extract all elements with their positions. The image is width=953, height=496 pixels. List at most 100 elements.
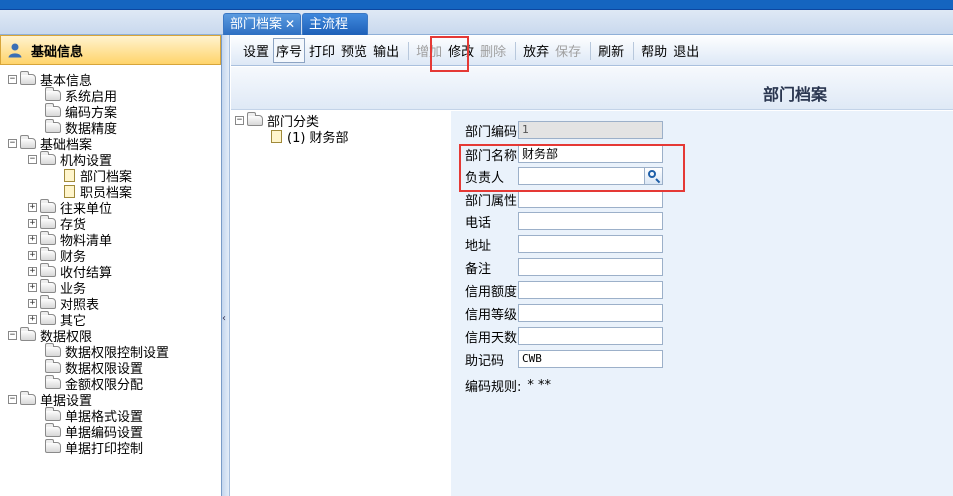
page-title: 部门档案: [762, 85, 827, 104]
expand-icon[interactable]: +: [28, 298, 37, 308]
phone-field[interactable]: [518, 212, 663, 230]
modify-button[interactable]: 修改: [446, 39, 476, 62]
sequence-button[interactable]: 序号: [273, 38, 306, 63]
mnemonic-label: 助记码: [465, 353, 505, 369]
form-row-credit-amount: 信用额度: [465, 280, 663, 300]
collapse-icon[interactable]: −: [235, 115, 244, 125]
form-row-phone: 电话: [465, 211, 663, 231]
folder-icon: [45, 358, 61, 373]
document-icon: [271, 129, 282, 143]
toolbar-divider: [515, 41, 517, 60]
save-button[interactable]: 保存: [553, 39, 583, 62]
folder-icon: [45, 374, 61, 389]
form-row-credit-level: 信用等级: [465, 303, 663, 323]
expand-icon[interactable]: +: [28, 250, 37, 260]
page-header: 部门档案: [231, 67, 953, 110]
folder-icon: [40, 230, 56, 245]
manager-field[interactable]: [518, 167, 663, 185]
address-field[interactable]: [518, 235, 663, 253]
note-label: 备注: [465, 261, 492, 277]
manager-label: 负责人: [465, 170, 505, 186]
folder-icon: [40, 150, 56, 165]
dept-name-field[interactable]: 财务部: [518, 145, 663, 163]
preview-button[interactable]: 预览: [339, 39, 369, 62]
search-icon[interactable]: [644, 168, 662, 184]
folder-icon: [45, 102, 61, 117]
document-icon: [64, 184, 75, 198]
folder-icon: [40, 310, 56, 325]
sidebar-header: 基础信息: [0, 35, 221, 65]
folder-icon: [20, 390, 36, 405]
top-bar: [0, 0, 953, 10]
toolbar-divider: [408, 41, 410, 60]
folder-icon: [40, 214, 56, 229]
expand-icon[interactable]: +: [28, 202, 37, 212]
tab-main-flow[interactable]: 主流程: [302, 13, 368, 35]
credit-amount-label: 信用额度: [465, 284, 518, 300]
settings-button[interactable]: 设置: [241, 39, 271, 62]
chevron-left-icon[interactable]: ‹: [222, 313, 226, 324]
expand-icon[interactable]: +: [28, 282, 37, 292]
print-button[interactable]: 打印: [307, 39, 337, 62]
sidebar: 基础信息 − 基本信息 系统启用 编码方案 数据精度 − 基础档案 − 机构设置 部门…: [0, 35, 222, 496]
abandon-button[interactable]: 放弃: [521, 39, 551, 62]
credit-level-field[interactable]: [518, 304, 663, 322]
tab-label: 部门档案: [230, 17, 283, 32]
delete-button[interactable]: 删除: [478, 39, 508, 62]
form-row-credit-days: 信用天数: [465, 326, 663, 346]
collapse-icon[interactable]: −: [8, 394, 17, 404]
tree-label: 单据打印控制: [65, 441, 144, 457]
toolbar-divider: [633, 41, 635, 60]
dept-form: 部门编码 1 部门名称 财务部 负责人 部门属性 电话 地址 备注 信用额度 信…: [451, 111, 953, 496]
note-field[interactable]: [518, 258, 663, 276]
expand-icon[interactable]: +: [28, 218, 37, 228]
address-label: 地址: [465, 238, 492, 254]
mnemonic-field[interactable]: CWB: [518, 350, 663, 368]
close-icon[interactable]: ✕: [285, 14, 295, 35]
dept-tree-item-finance[interactable]: (1) 财务部: [269, 128, 349, 146]
form-row-address: 地址: [465, 234, 663, 254]
add-button[interactable]: 增加: [414, 39, 444, 62]
dept-code-label: 部门编码: [465, 124, 518, 140]
folder-icon: [247, 111, 263, 126]
document-icon: [64, 168, 75, 182]
form-row-attr: 部门属性: [465, 189, 663, 209]
tab-label: 主流程: [309, 17, 349, 32]
refresh-button[interactable]: 刷新: [596, 39, 626, 62]
collapse-icon[interactable]: −: [28, 154, 37, 164]
sidebar-title: 基础信息: [31, 44, 84, 60]
collapse-icon[interactable]: −: [8, 330, 17, 340]
coding-rule-label: 编码规则:: [465, 379, 522, 395]
folder-icon: [20, 70, 36, 85]
form-row-note: 备注: [465, 257, 663, 277]
expand-icon[interactable]: +: [28, 234, 37, 244]
exit-button[interactable]: 退出: [671, 39, 701, 62]
folder-icon: [20, 326, 36, 341]
folder-icon: [45, 86, 61, 101]
dept-attr-field[interactable]: [518, 190, 663, 208]
help-button[interactable]: 帮助: [639, 39, 669, 62]
user-icon: [7, 42, 23, 58]
expand-icon[interactable]: +: [28, 314, 37, 324]
folder-icon: [40, 246, 56, 261]
form-row-coding-rule: 编码规则: * **: [465, 375, 551, 395]
folder-icon: [45, 406, 61, 421]
collapse-icon[interactable]: −: [8, 74, 17, 84]
folder-icon: [45, 438, 61, 453]
folder-icon: [40, 278, 56, 293]
dept-category-tree: − 部门分类 (1) 财务部: [231, 111, 451, 496]
tab-dept-archive[interactable]: 部门档案 ✕: [223, 13, 301, 35]
dept-name-label: 部门名称: [465, 148, 518, 164]
collapse-icon[interactable]: −: [8, 138, 17, 148]
tree-node-doc-print[interactable]: 单据打印控制: [45, 438, 144, 457]
form-row-code: 部门编码 1: [465, 120, 663, 140]
credit-amount-field[interactable]: [518, 281, 663, 299]
output-button[interactable]: 输出: [371, 39, 401, 62]
form-row-manager: 负责人: [465, 166, 663, 186]
folder-icon: [40, 262, 56, 277]
expand-icon[interactable]: +: [28, 266, 37, 276]
credit-days-field[interactable]: [518, 327, 663, 345]
folder-icon: [45, 118, 61, 133]
sidebar-collapse-handle[interactable]: ‹: [222, 35, 230, 496]
form-row-mnemonic: 助记码 CWB: [465, 349, 663, 369]
